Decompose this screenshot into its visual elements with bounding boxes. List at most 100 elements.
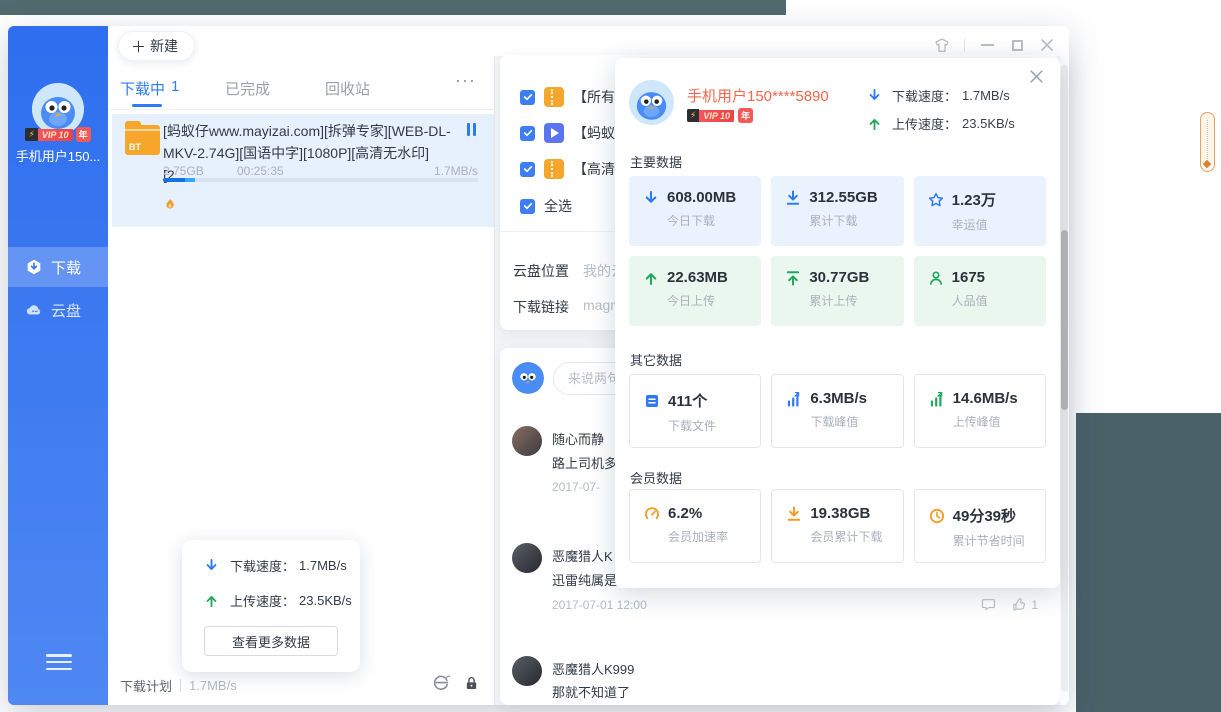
label: 下载速度： [892, 86, 957, 105]
stats-speeds: 下载速度： 1.7MB/s 上传速度： 23.5KB/s [867, 86, 1015, 133]
comment-date: 2017-07-01 12:00 [552, 598, 647, 612]
hot-resource-icon [164, 198, 176, 210]
stat-card: 6.3MB/s 下载峰值 [771, 374, 903, 448]
status-bar: 下载计划 1.7MB/s [120, 676, 237, 695]
reply-bubble-icon[interactable] [981, 597, 996, 612]
person-icon [928, 270, 944, 286]
stats-popup: 手机用户150****5890 ⚡VIP 10 年 下载速度： 1.7MB/s … [615, 58, 1060, 588]
select-all-row[interactable]: 全选 [520, 196, 572, 216]
value: 1.7MB/s [962, 88, 1010, 103]
sidebar-username[interactable]: 手机用户150... [8, 146, 108, 165]
file-row[interactable]: 【蚂蚁仔 [520, 123, 629, 143]
new-task-button[interactable]: ＋ 新建 [118, 31, 195, 61]
stat-card: 1675 人品值 [914, 256, 1046, 326]
stat-card: 19.38GB 会员累计下载 [771, 489, 903, 563]
download-plan-label[interactable]: 下载计划 [120, 676, 172, 695]
sidebar-item-download[interactable]: 下载 [8, 247, 108, 287]
commenter-avatar [512, 426, 542, 456]
download-speed-label: 下载速度： [230, 556, 295, 575]
peak-chart-icon [929, 391, 945, 407]
file-list-icon [644, 393, 660, 409]
my-avatar [512, 362, 544, 394]
desktop-top-strip [0, 0, 786, 15]
arrow-up-icon [204, 593, 220, 609]
checkbox-checked[interactable] [520, 199, 535, 214]
menu-hamburger-icon[interactable] [46, 654, 72, 670]
comment-text: 那就不知道了 [552, 682, 630, 701]
stats-upload-speed-row: 上传速度： 23.5KB/s [867, 114, 1015, 133]
maximize-button[interactable] [1009, 37, 1025, 53]
download-link-label: 下载链接 [513, 297, 569, 317]
sidebar: ⚡VIP 10 年 手机用户150... 下载 云盘 [8, 26, 108, 705]
tab-trash[interactable]: 回收站 [325, 78, 370, 99]
stats-avatar [629, 80, 674, 125]
bird-mascot-icon [629, 80, 674, 125]
stat-card: 411个 下载文件 [629, 374, 761, 448]
vip-bolt-icon: ⚡ [687, 109, 699, 122]
sidebar-item-label: 下载 [51, 257, 81, 278]
stat-card: 608.00MB 今日下载 [629, 176, 761, 246]
checkbox-checked[interactable] [520, 126, 535, 141]
browser-sidebar-handle[interactable] [1200, 112, 1215, 172]
tab-count-badge: 1 [171, 78, 179, 99]
like-button[interactable]: 1 [1012, 597, 1038, 612]
tab-completed[interactable]: 已完成 [225, 78, 270, 99]
value: 23.5KB/s [962, 116, 1015, 131]
task-size: 2.75GB [163, 164, 204, 178]
download-underline-icon [786, 506, 802, 522]
sidebar-item-cloud[interactable]: 云盘 [8, 290, 108, 330]
member-data-grid: 6.2% 会员加速率 19.38GB 会员累计下载 49分39秒 累计节省时间 [629, 489, 1046, 563]
vip-badge[interactable]: ⚡VIP 10 年 [8, 127, 108, 142]
comment-author[interactable]: 恶魔猎人K [552, 546, 613, 565]
scrollbar-thumb[interactable] [1061, 230, 1068, 410]
download-task-row[interactable]: BT [蚂蚁仔www.mayizai.com][拆弹专家][WEB-DL-MKV… [112, 114, 494, 227]
bird-mascot-icon [512, 362, 544, 394]
main-data-grid: 608.00MB 今日下载 312.55GB 累计下载 1.23万 幸运值 22… [629, 176, 1046, 326]
comment-date: 2017-07- [552, 480, 600, 494]
comment-author[interactable]: 随心而静 [552, 429, 604, 448]
archive-file-icon [544, 87, 564, 107]
tab-label: 下载中 [120, 78, 165, 99]
download-hexagon-icon [26, 259, 42, 275]
popup-close-icon[interactable] [1029, 69, 1047, 87]
lock-icon[interactable] [464, 676, 479, 691]
tab-bar: 下载中 1 已完成 回收站 ··· [108, 64, 494, 110]
sidebar-item-label: 云盘 [51, 300, 81, 321]
more-menu-button[interactable]: ··· [455, 70, 476, 91]
pause-button[interactable] [467, 123, 476, 136]
minimize-button[interactable] [979, 37, 995, 53]
checkbox-checked[interactable] [520, 90, 535, 105]
section-title: 其它数据 [630, 350, 682, 369]
file-row[interactable]: 【高清无 [520, 159, 629, 179]
checkbox-checked[interactable] [520, 162, 535, 177]
stat-card: 49分39秒 累计节省时间 [914, 489, 1046, 563]
cloud-icon [26, 302, 42, 318]
skin-shirt-icon[interactable] [934, 37, 950, 53]
tab-downloading[interactable]: 下载中 1 [120, 78, 179, 99]
comment-actions: 1 [981, 597, 1038, 612]
progress-fill [163, 178, 185, 182]
comment-author[interactable]: 恶魔猎人K999 [552, 659, 634, 678]
tab-label: 回收站 [325, 78, 370, 99]
commenter-avatar [512, 656, 542, 686]
status-speed: 1.7MB/s [189, 678, 237, 693]
commenter-avatar [512, 543, 542, 573]
like-count: 1 [1031, 598, 1038, 612]
stat-card: 14.6MB/s 上传峰值 [914, 374, 1046, 448]
progress-bar [163, 178, 478, 182]
view-more-data-button[interactable]: 查看更多数据 [204, 626, 338, 656]
ie-browser-icon[interactable] [432, 674, 450, 692]
arrow-down-icon [204, 558, 220, 574]
close-button[interactable] [1039, 37, 1055, 53]
upload-overline-icon [785, 270, 801, 286]
upload-speed-value: 23.5KB/s [299, 593, 352, 608]
stats-download-speed-row: 下载速度： 1.7MB/s [867, 86, 1015, 105]
arrow-down-icon [643, 190, 659, 206]
app-window: ⚡VIP 10 年 手机用户150... 下载 云盘 [8, 26, 1069, 705]
active-tab-underline [132, 104, 162, 107]
stats-vip-badge: ⚡VIP 10 年 [687, 108, 753, 123]
peak-chart-icon [786, 391, 802, 407]
stat-card: 1.23万 幸运值 [914, 176, 1046, 246]
vip-year-badge: 年 [738, 108, 753, 123]
comment-text: 迅雷纯属是 [552, 570, 617, 589]
